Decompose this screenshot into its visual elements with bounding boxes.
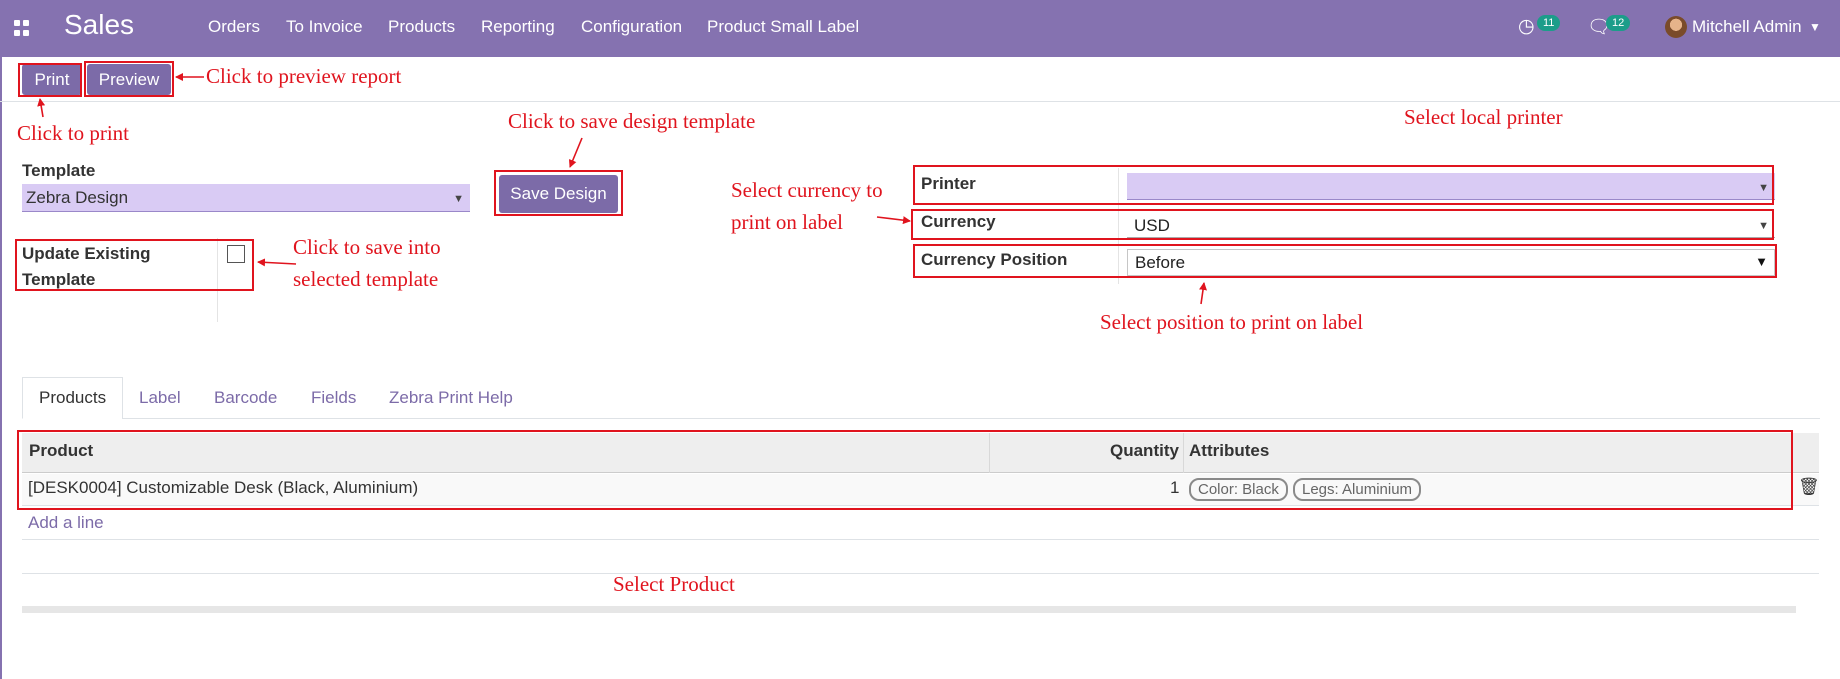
arrow-print [37,98,46,118]
arrow-save-into [257,258,297,267]
arrow-currency [876,216,911,225]
annotation-arrows [37,73,1207,305]
arrow-save-design [568,137,583,168]
arrow-position [1199,282,1207,305]
